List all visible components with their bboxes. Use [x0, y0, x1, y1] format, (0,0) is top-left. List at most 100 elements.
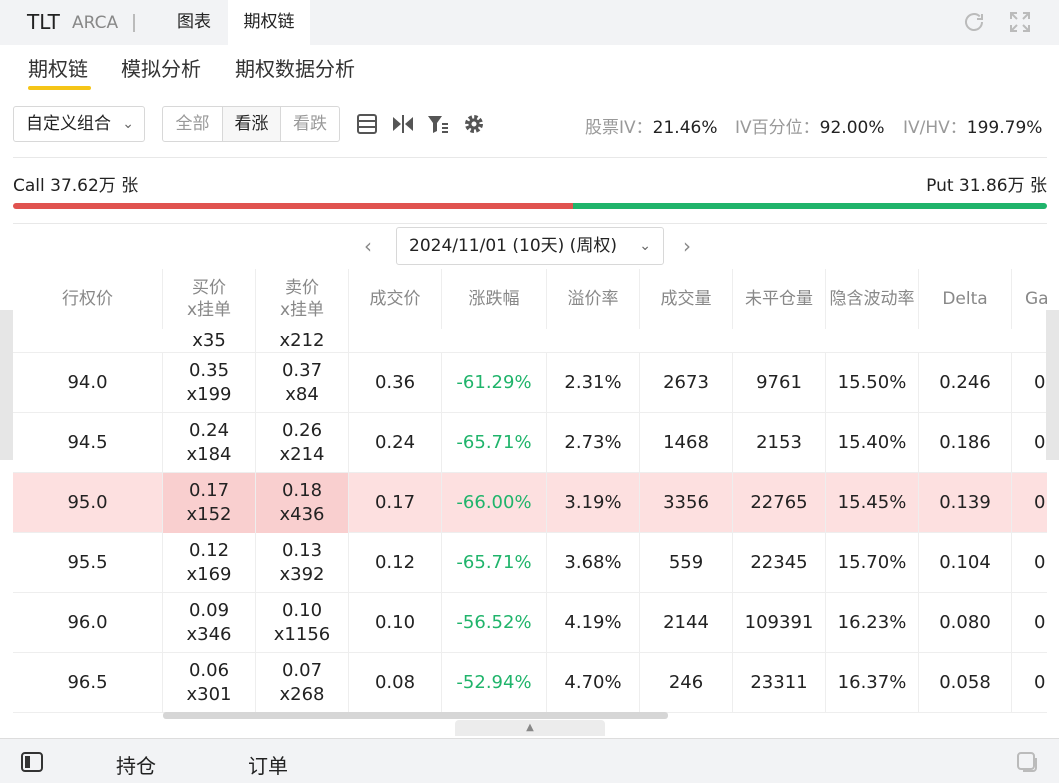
popout-window-icon[interactable]	[1015, 750, 1039, 774]
gamma-gamma-text: 0.	[1034, 612, 1047, 633]
subtab-simulation[interactable]: 模拟分析	[121, 53, 201, 82]
change-change-text: -52.94%	[456, 672, 532, 693]
ask-cell[interactable]: 0.13 x392	[256, 533, 349, 593]
fullscreen-icon[interactable]	[1008, 10, 1032, 34]
premium-premium-text: 2.73%	[564, 432, 622, 453]
change-change-text: -61.29%	[456, 372, 532, 393]
ask-cell[interactable]: 0.10 x1156	[256, 593, 349, 653]
tab-option-chain[interactable]: 期权链	[228, 0, 310, 45]
drawer-expand-handle[interactable]: ▲	[455, 720, 605, 736]
col-header-volume[interactable]: 成交量	[640, 269, 733, 329]
change-change-text: -66.00%	[456, 492, 532, 513]
strike-strike-text: 94.0	[67, 372, 108, 393]
strategy-combo-dropdown[interactable]: 自定义组合 ⌄	[13, 106, 145, 142]
gear-icon[interactable]	[462, 112, 486, 136]
table-row[interactable]: 94.5 0.24 x184 0.26 x214 0.24 -65.71% 2.73% 1468…	[13, 413, 1047, 473]
table-row[interactable]: 95.5 0.12 x169 0.13 x392 0.12 -65.71% 3.68% 559 2…	[13, 533, 1047, 593]
col-header-gamma[interactable]: Ga	[1012, 269, 1047, 329]
volume-cell: 1468	[640, 413, 733, 473]
filter-icon[interactable]	[426, 112, 450, 136]
change-cell: -66.00%	[442, 473, 547, 533]
strike-cell: 96.5	[13, 653, 163, 713]
implied-volatility-cell: 15.40%	[826, 413, 919, 473]
col-header-strike[interactable]: 行权价	[13, 269, 163, 329]
last-price-last-text: 0.12	[374, 552, 416, 573]
active-subtab-indicator	[28, 86, 91, 90]
horizontal-scrollbar[interactable]	[163, 712, 668, 719]
tab-chart[interactable]: 图表	[162, 0, 226, 45]
expiry-date-dropdown[interactable]: 2024/11/01 (10天) (周权) ⌄	[396, 227, 664, 265]
bid-cell[interactable]: 0.35 x199	[163, 353, 256, 413]
ask-cell[interactable]: 0.26 x214	[256, 413, 349, 473]
col-header-premium[interactable]: 溢价率	[547, 269, 640, 329]
tab-orders[interactable]: 订单	[248, 750, 288, 779]
bid-cell[interactable]: 0.09 x346	[163, 593, 256, 653]
ask-cell[interactable]: 0.18 x436	[256, 473, 349, 533]
left-collapse-handle[interactable]	[0, 310, 13, 460]
iv-percentile-value: 92.00%	[819, 118, 885, 138]
strike-cell: 95.5	[13, 533, 163, 593]
ask-cell[interactable]: 0.37 x84	[256, 353, 349, 413]
ask-cell[interactable]: 0.07 x268	[256, 653, 349, 713]
bid-cell[interactable]: 0.17 x152	[163, 473, 256, 533]
bid-bid-size-text: x346	[186, 624, 232, 645]
bottom-bar	[0, 738, 1059, 783]
next-expiry-arrow[interactable]: ›	[683, 234, 691, 258]
table-row[interactable]: 96.5 0.06 x301 0.07 x268 0.08 -52.94% 4.70% 246 2…	[13, 653, 1047, 713]
delta-cell: 0.186	[919, 413, 1012, 473]
bid-cell[interactable]: 0.12 x169	[163, 533, 256, 593]
premium-premium-text: 4.70%	[564, 672, 622, 693]
open-interest-cell: 22345	[733, 533, 826, 593]
bid-bid-size-text: x169	[186, 564, 232, 585]
col-header-delta[interactable]: Delta	[919, 269, 1012, 329]
delta-cell: 0.104	[919, 533, 1012, 593]
premium-cell: 3.68%	[547, 533, 640, 593]
put-volume-bar	[573, 203, 1047, 209]
ask-ask-text: 0.10	[281, 600, 323, 621]
prev-expiry-arrow[interactable]: ‹	[364, 234, 372, 258]
last-price-cell: 0.12	[349, 533, 442, 593]
refresh-icon[interactable]	[962, 10, 986, 34]
sidebar-toggle-icon[interactable]	[20, 750, 44, 774]
list-layout-icon[interactable]	[355, 112, 379, 136]
change-change-text: -65.71%	[456, 552, 532, 573]
col-header-last[interactable]: 成交价	[349, 269, 442, 329]
toolbar-divider	[13, 157, 1047, 158]
table-row[interactable]: 95.0 0.17 x152 0.18 x436 0.17 -66.00% 3.19% 3356…	[13, 473, 1047, 533]
right-collapse-handle[interactable]	[1046, 310, 1059, 460]
premium-cell: 2.31%	[547, 353, 640, 413]
filter-call-button[interactable]: 看涨	[222, 106, 281, 142]
filter-put-button[interactable]: 看跌	[280, 106, 340, 142]
subtab-option-data-analysis[interactable]: 期权数据分析	[235, 53, 355, 82]
col-header-ask[interactable]: 卖价 x挂单	[256, 269, 349, 329]
volume-divider	[13, 223, 1047, 224]
table-row[interactable]: 96.0 0.09 x346 0.10 x1156 0.10 -56.52% 4.19% 214…	[13, 593, 1047, 653]
iv-hv-value: 199.79%	[966, 118, 1043, 138]
split-view-icon[interactable]	[391, 112, 415, 136]
bid-cell[interactable]: 0.06 x301	[163, 653, 256, 713]
col-header-open-interest[interactable]: 未平仓量	[733, 269, 826, 329]
gamma-cell: 0	[1012, 533, 1047, 593]
table-row-partial[interactable]: x35 x212	[13, 329, 1047, 353]
tab-positions[interactable]: 持仓	[116, 750, 156, 779]
bid-bid-size-text: x301	[186, 684, 232, 705]
volume-volume-text: 559	[668, 552, 704, 573]
volume-cell: 2144	[640, 593, 733, 653]
col-header-implied-volatility[interactable]: 隐含波动率	[826, 269, 919, 329]
gamma-cell: 0.	[1012, 353, 1047, 413]
stock-iv-value: 21.46%	[652, 118, 718, 138]
col-header-bid[interactable]: 买价 x挂单	[163, 269, 256, 329]
subtab-option-chain[interactable]: 期权链	[28, 53, 88, 82]
col-header-change[interactable]: 涨跌幅	[442, 269, 547, 329]
filter-all-button[interactable]: 全部	[162, 106, 223, 142]
bid-cell[interactable]: 0.24 x184	[163, 413, 256, 473]
change-cell: -65.71%	[442, 413, 547, 473]
open-interest-oi-text: 9761	[756, 372, 802, 393]
exchange-label: ARCA	[72, 13, 119, 33]
iv-hv-label: IV/HV：	[903, 118, 967, 138]
table-row[interactable]: 94.0 0.35 x199 0.37 x84 0.36 -61.29% 2.31% 2673 9…	[13, 353, 1047, 413]
volume-cell: 559	[640, 533, 733, 593]
volume-volume-text: 2144	[663, 612, 709, 633]
open-interest-oi-text: 109391	[744, 612, 814, 633]
strike-cell: 95.0	[13, 473, 163, 533]
